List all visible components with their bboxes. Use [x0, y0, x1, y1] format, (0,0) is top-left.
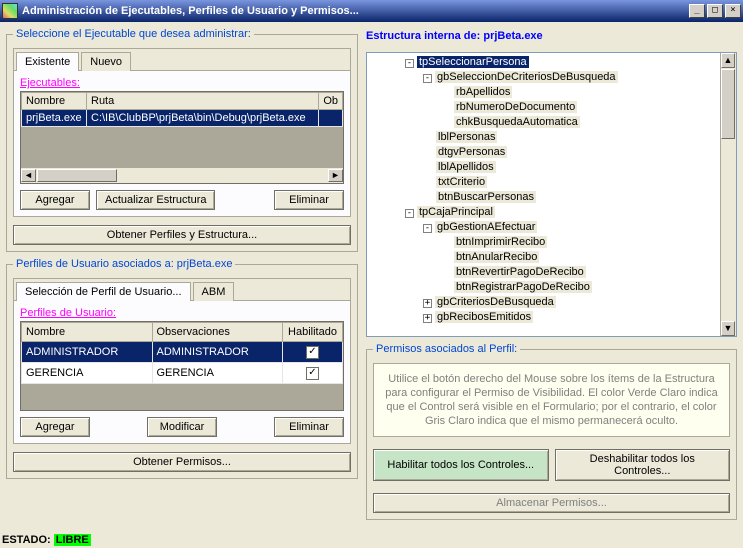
almacenar-button[interactable]: Almacenar Permisos... [373, 493, 730, 513]
permisos-group: Permisos asociados al Perfil: Utilice el… [366, 343, 737, 520]
col-perf-obs[interactable]: Observaciones [152, 323, 283, 342]
hscrollbar[interactable]: ◄ ► [21, 167, 343, 183]
col-ob[interactable]: Ob [319, 93, 343, 110]
obtener-perfiles-button[interactable]: Obtener Perfiles y Estructura... [13, 225, 351, 245]
maximize-button[interactable]: □ [707, 4, 723, 18]
scroll-down-icon[interactable]: ▼ [721, 321, 735, 336]
tab-abm[interactable]: ABM [193, 282, 235, 301]
permisos-info: Utilice el botón derecho del Mouse sobre… [373, 363, 730, 437]
tree-node[interactable]: rbApellidos [454, 86, 512, 98]
tree-node[interactable]: btnImprimirRecibo [454, 236, 547, 248]
tab-nuevo[interactable]: Nuevo [81, 52, 131, 71]
permisos-legend: Permisos asociados al Perfil: [373, 343, 520, 355]
tree-view[interactable]: -tpSeleccionarPersona -gbSeleccionDeCrit… [366, 52, 737, 337]
tree-node[interactable]: btnRevertirPagoDeRecibo [454, 266, 586, 278]
perfiles-legend: Perfiles de Usuario asociados a: prjBeta… [13, 258, 235, 270]
eliminar-button[interactable]: Eliminar [274, 190, 344, 210]
checkbox[interactable]: ✓ [306, 346, 319, 359]
executable-legend: Seleccione el Ejecutable que desea admin… [13, 28, 254, 40]
col-ruta[interactable]: Ruta [87, 93, 319, 110]
status-bar: ESTADO: LIBRE [2, 534, 91, 546]
scroll-thumb[interactable] [37, 169, 117, 182]
tree-node[interactable]: tpCajaPrincipal [417, 206, 495, 218]
tree-node[interactable]: tpSeleccionarPersona [417, 56, 529, 68]
col-perf-nombre[interactable]: Nombre [22, 323, 153, 342]
perf-modificar-button[interactable]: Modificar [147, 417, 217, 437]
tree-node[interactable]: gbGestionAEfectuar [435, 221, 537, 233]
ejecutables-label: Ejecutables: [20, 77, 80, 89]
perf-eliminar-button[interactable]: Eliminar [274, 417, 344, 437]
checkbox[interactable]: ✓ [306, 367, 319, 380]
tree-collapse-icon[interactable]: - [405, 209, 414, 218]
tree-collapse-icon[interactable]: - [423, 224, 432, 233]
executable-tabs: Existente Nuevo Ejecutables: Nombre Ruta… [13, 48, 351, 217]
table-row[interactable]: ADMINISTRADOR ADMINISTRADOR ✓ [22, 342, 343, 363]
tree-collapse-icon[interactable]: - [405, 59, 414, 68]
scroll-thumb[interactable] [721, 69, 735, 139]
tree-node[interactable]: btnAnularRecibo [454, 251, 539, 263]
tree-node[interactable]: gbSeleccionDeCriteriosDeBusqueda [435, 71, 618, 83]
table-row[interactable]: prjBeta.exe C:\IB\ClubBP\prjBeta\bin\Deb… [22, 110, 343, 127]
vscrollbar[interactable]: ▲ ▼ [720, 53, 736, 336]
actualizar-button[interactable]: Actualizar Estructura [96, 190, 215, 210]
minimize-button[interactable]: _ [689, 4, 705, 18]
col-nombre[interactable]: Nombre [22, 93, 87, 110]
perfiles-grid[interactable]: Nombre Observaciones Habilitado ADMINIST… [20, 321, 344, 411]
tree-node[interactable]: lblPersonas [436, 131, 497, 143]
status-value: LIBRE [54, 534, 91, 546]
tree-collapse-icon[interactable]: - [423, 74, 432, 83]
obtener-permisos-button[interactable]: Obtener Permisos... [13, 452, 351, 472]
tab-existente[interactable]: Existente [16, 52, 79, 71]
perf-agregar-button[interactable]: Agregar [20, 417, 90, 437]
close-button[interactable]: × [725, 4, 741, 18]
table-row[interactable]: GERENCIA GERENCIA ✓ [22, 363, 343, 384]
tree-node[interactable]: rbNumeroDeDocumento [454, 101, 577, 113]
perfiles-tabs: Selección de Perfil de Usuario... ABM Pe… [13, 278, 351, 444]
status-label: ESTADO: [2, 534, 54, 546]
window-title: Administración de Ejecutables, Perfiles … [22, 5, 689, 17]
scroll-left-icon[interactable]: ◄ [21, 169, 36, 182]
ejecutables-grid[interactable]: Nombre Ruta Ob prjBeta.exe C:\IB\ClubBP\… [20, 91, 344, 184]
tree-node[interactable]: btnBuscarPersonas [436, 191, 536, 203]
tree-node[interactable]: gbCriteriosDeBusqueda [435, 296, 556, 308]
tree-node[interactable]: lblApellidos [436, 161, 496, 173]
tree-expand-icon[interactable]: + [423, 314, 432, 323]
scroll-right-icon[interactable]: ► [328, 169, 343, 182]
col-perf-hab[interactable]: Habilitado [283, 323, 343, 342]
tree-node[interactable]: dtgvPersonas [436, 146, 507, 158]
tree-node[interactable]: chkBusquedaAutomatica [454, 116, 580, 128]
agregar-button[interactable]: Agregar [20, 190, 90, 210]
tree-node[interactable]: txtCriterio [436, 176, 487, 188]
tree-node[interactable]: gbRecibosEmitidos [435, 311, 533, 323]
app-icon [2, 3, 18, 19]
tab-seleccion-perfil[interactable]: Selección de Perfil de Usuario... [16, 282, 191, 301]
scroll-up-icon[interactable]: ▲ [721, 53, 735, 68]
tree-node[interactable]: btnRegistrarPagoDeRecibo [454, 281, 592, 293]
estructura-title: Estructura interna de: prjBeta.exe [366, 28, 737, 46]
perfiles-group: Perfiles de Usuario asociados a: prjBeta… [6, 258, 358, 479]
tree-expand-icon[interactable]: + [423, 299, 432, 308]
executable-group: Seleccione el Ejecutable que desea admin… [6, 28, 358, 252]
deshabilitar-button[interactable]: Deshabilitar todos los Controles... [555, 449, 731, 481]
perfiles-label: Perfiles de Usuario: [20, 307, 116, 319]
habilitar-button[interactable]: Habilitar todos los Controles... [373, 449, 549, 481]
titlebar: Administración de Ejecutables, Perfiles … [0, 0, 743, 22]
